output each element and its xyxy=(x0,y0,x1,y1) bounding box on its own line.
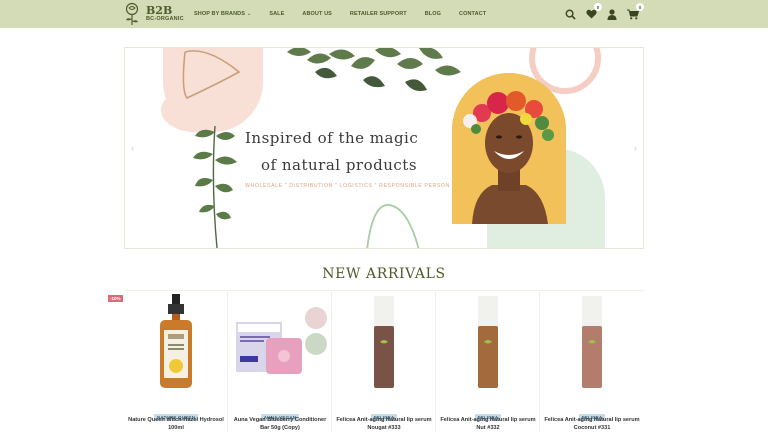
nav-label: RETAILER SUPPORT xyxy=(349,11,407,17)
product-image xyxy=(336,292,432,392)
leaves-illustration-top xyxy=(287,48,461,91)
banner-next-arrow[interactable]: › xyxy=(634,143,637,153)
product-card[interactable]: FELICEA Felicea Anit-aging Natural lip s… xyxy=(436,292,540,432)
logo-title: B2B xyxy=(146,4,173,18)
product-name[interactable]: Nature Queen Witch-Hazel Hydrosol 100ml xyxy=(128,416,224,432)
nav-blog[interactable]: BLOG xyxy=(425,11,441,17)
heart-icon[interactable]: 0 xyxy=(584,3,602,21)
new-arrivals-heading: NEW ARRIVALS xyxy=(322,266,446,282)
product-image xyxy=(544,292,640,392)
nav-label: BLOG xyxy=(424,11,442,17)
nav-label: ABOUT US xyxy=(302,11,332,17)
sale-badge: -10% xyxy=(108,295,123,302)
banner-subtitle: WHOLESALE " DISTRIBUTION " LOGISTICS " R… xyxy=(245,183,450,189)
product-card[interactable]: FELICEA Felicea Anit-aging Natural lip s… xyxy=(332,292,436,432)
nav-label: SHOP BY BRANDS xyxy=(194,11,246,17)
decor-arch-bottom xyxy=(366,204,420,248)
product-name[interactable]: Felicea Anit-aging Natural lip serum Nou… xyxy=(336,416,432,432)
product-card[interactable]: FELICEA Felicea Anit-aging Natural lip s… xyxy=(540,292,644,432)
nav-contact[interactable]: CONTACT xyxy=(459,11,486,17)
divider xyxy=(124,290,644,291)
banner-prev-arrow[interactable]: ‹ xyxy=(131,143,134,153)
nav-about-us[interactable]: ABOUT US xyxy=(302,11,332,17)
cart-count-badge: 0 xyxy=(636,3,644,11)
product-card[interactable]: AUNA-VEGAN Auna Vegan Blueberry Conditio… xyxy=(228,292,332,432)
nav-sale[interactable]: SALE xyxy=(269,11,284,17)
main-nav: SHOP BY BRANDS ⌄ SALE ABOUT US RETAILER … xyxy=(194,0,504,28)
hero-banner[interactable]: Inspired of the magic of natural product… xyxy=(124,47,644,249)
header-icons: 0 0 xyxy=(556,0,644,28)
logo-subtitle: BC-ORGANIC xyxy=(146,16,184,23)
nav-shop-by-brands[interactable]: SHOP BY BRANDS ⌄ xyxy=(194,11,251,17)
user-icon[interactable] xyxy=(605,7,619,21)
nav-label: CONTACT xyxy=(459,11,487,17)
banner-heading: Inspired of the magic of natural product… xyxy=(245,125,445,179)
top-header: B2B BC-ORGANIC SHOP BY BRANDS ⌄ SALE ABO… xyxy=(0,0,768,28)
search-icon[interactable] xyxy=(563,7,577,21)
product-image xyxy=(232,292,328,392)
model-photo xyxy=(452,73,566,224)
product-name[interactable]: Felicea Anit-aging Natural lip serum Nut… xyxy=(440,416,536,432)
nav-retailer-support[interactable]: RETAILER SUPPORT xyxy=(350,11,407,17)
product-card[interactable]: NATURE QUEEN Nature Queen Witch-Hazel Hy… xyxy=(124,292,228,432)
banner-title-line1: Inspired of the magic xyxy=(245,129,419,147)
banner-title-line2: of natural products xyxy=(261,156,418,174)
decor-triangle-outline xyxy=(182,50,241,99)
product-image xyxy=(440,292,536,392)
rose-logo-icon xyxy=(122,2,142,26)
product-image xyxy=(128,292,224,392)
leaves-illustration-left xyxy=(193,125,237,248)
product-name[interactable]: Felicea Anit-aging Natural lip serum Coc… xyxy=(544,416,640,432)
nav-label: SALE xyxy=(269,11,285,17)
product-name[interactable]: Auna Vegan Blueberry Conditioner Bar 50g… xyxy=(232,416,328,432)
wishlist-count-badge: 0 xyxy=(594,3,602,11)
cart-icon[interactable]: 0 xyxy=(626,3,644,21)
product-grid: NATURE QUEEN Nature Queen Witch-Hazel Hy… xyxy=(124,292,644,432)
site-logo[interactable]: B2B BC-ORGANIC xyxy=(122,2,184,26)
chevron-down-icon: ⌄ xyxy=(247,11,252,17)
